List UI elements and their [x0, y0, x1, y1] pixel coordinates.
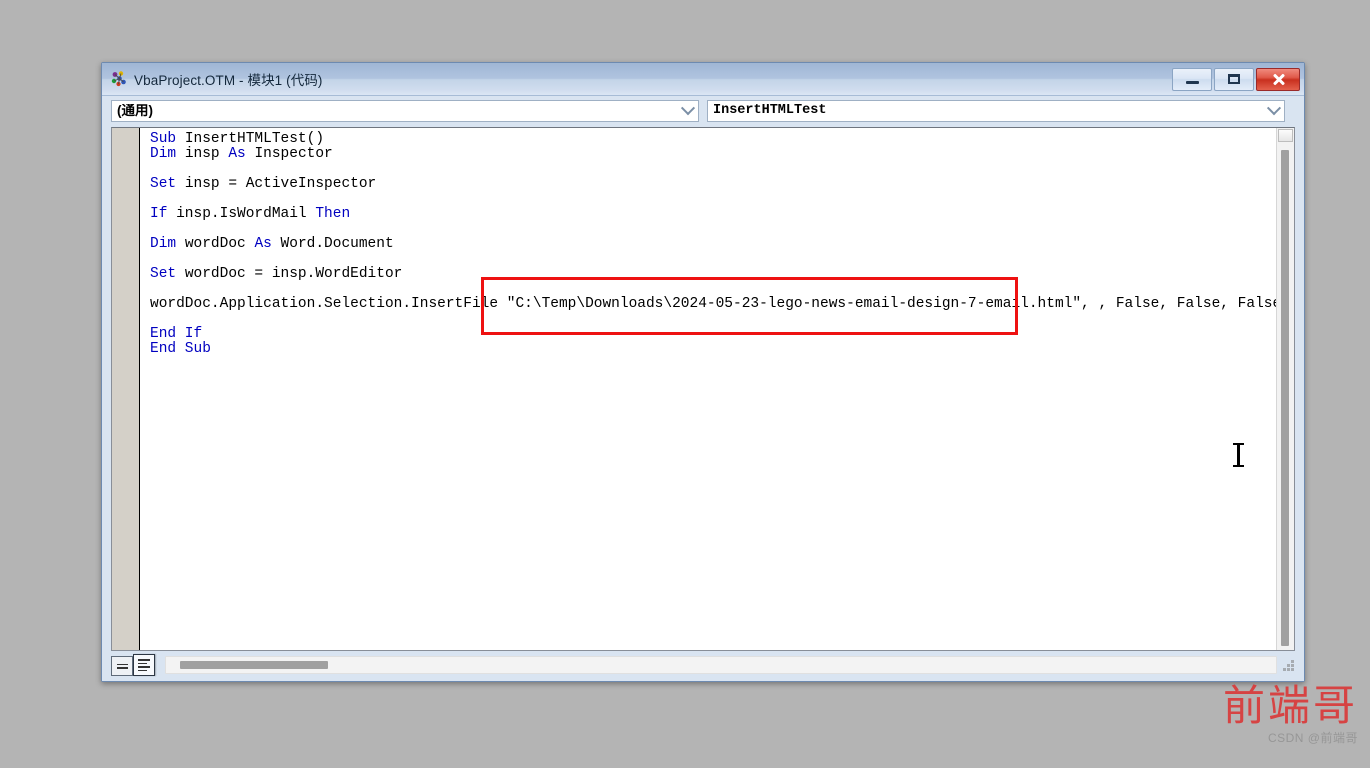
close-icon — [1272, 73, 1285, 86]
code-text: wordDoc.Application.Selection.InsertFile… — [150, 296, 1276, 312]
close-button[interactable] — [1256, 67, 1300, 91]
watermark: 前端哥 CSDN @前端哥 — [1223, 685, 1358, 746]
minimize-button[interactable] — [1172, 67, 1212, 91]
procedure-view-button[interactable] — [111, 656, 133, 676]
code-text: InsertHTMLTest() — [184, 131, 325, 147]
code-line: End If — [150, 327, 1276, 342]
code-line: Dim insp As Inspector — [150, 147, 1276, 162]
object-combo[interactable]: (通用) — [111, 100, 699, 122]
margin-indicator-bar[interactable] — [112, 128, 140, 650]
editor-statusbar — [102, 651, 1304, 681]
code-line: Set wordDoc = insp.WordEditor — [150, 267, 1276, 282]
code-keyword: Dim — [150, 236, 185, 252]
code-line: Sub InsertHTMLTest() — [150, 132, 1276, 147]
code-line: End Sub — [150, 342, 1276, 357]
scroll-up-button[interactable] — [1278, 129, 1293, 142]
code-keyword: As — [228, 146, 255, 162]
watermark-sub-text: CSDN @前端哥 — [1267, 731, 1358, 745]
code-line: Set insp = ActiveInspector — [150, 177, 1276, 192]
code-line: wordDoc.Application.Selection.InsertFile… — [150, 297, 1276, 312]
full-module-view-icon — [138, 659, 150, 671]
watermark-main-text: 前端哥 — [1222, 681, 1358, 730]
code-text: Word.Document — [280, 236, 394, 252]
code-keyword: Then — [315, 206, 351, 222]
full-module-view-button[interactable] — [133, 654, 155, 676]
code-text: insp — [184, 146, 229, 162]
minimize-icon — [1185, 80, 1199, 84]
vertical-scrollbar[interactable] — [1276, 128, 1294, 650]
vba-project-icon — [110, 70, 128, 88]
code-keyword: If — [150, 206, 177, 222]
object-combo-value: (通用) — [117, 104, 153, 118]
maximize-button[interactable] — [1214, 67, 1254, 91]
vertical-scrollbar-thumb[interactable] — [1281, 150, 1289, 646]
code-text: wordDoc = insp.WordEditor — [184, 266, 403, 282]
code-text: Inspector — [254, 146, 333, 162]
code-text-area[interactable]: Sub InsertHTMLTest() Dim insp As Inspecto… — [140, 128, 1276, 650]
chevron-down-icon[interactable] — [1265, 101, 1282, 121]
code-text: insp.IsWordMail — [176, 206, 316, 222]
code-text: wordDoc — [184, 236, 255, 252]
chevron-down-icon[interactable] — [679, 101, 696, 121]
code-keyword: Set — [150, 266, 185, 282]
code-keyword: End If — [150, 326, 203, 342]
code-keyword: End Sub — [150, 341, 211, 357]
procedure-combo-value: InsertHTMLTest — [713, 104, 827, 118]
code-text: insp = ActiveInspector — [184, 176, 377, 192]
window-title: VbaProject.OTM - 模块1 (代码) — [134, 73, 323, 88]
vbe-code-window: VbaProject.OTM - 模块1 (代码) (通用) InsertHTM… — [101, 62, 1305, 682]
maximize-icon — [1228, 74, 1240, 84]
window-titlebar[interactable]: VbaProject.OTM - 模块1 (代码) — [102, 63, 1304, 96]
code-keyword: Dim — [150, 146, 185, 162]
code-keyword: Set — [150, 176, 185, 192]
text-ibeam-cursor — [1233, 443, 1244, 467]
window-controls — [1172, 67, 1300, 91]
combo-toolbar: (通用) InsertHTMLTest — [102, 96, 1304, 127]
code-keyword: Sub — [150, 131, 185, 147]
horizontal-scrollbar-thumb[interactable] — [180, 661, 328, 669]
code-editor-pane[interactable]: Sub InsertHTMLTest() Dim insp As Inspecto… — [111, 127, 1295, 651]
procedure-view-icon — [116, 663, 128, 669]
resize-grip-icon[interactable] — [1281, 658, 1295, 672]
view-mode-buttons — [111, 654, 155, 676]
code-line: Dim wordDoc As Word.Document — [150, 237, 1276, 252]
code-line: If insp.IsWordMail Then — [150, 207, 1276, 222]
code-keyword: As — [254, 236, 281, 252]
horizontal-scrollbar[interactable] — [165, 656, 1277, 674]
procedure-combo[interactable]: InsertHTMLTest — [707, 100, 1285, 122]
